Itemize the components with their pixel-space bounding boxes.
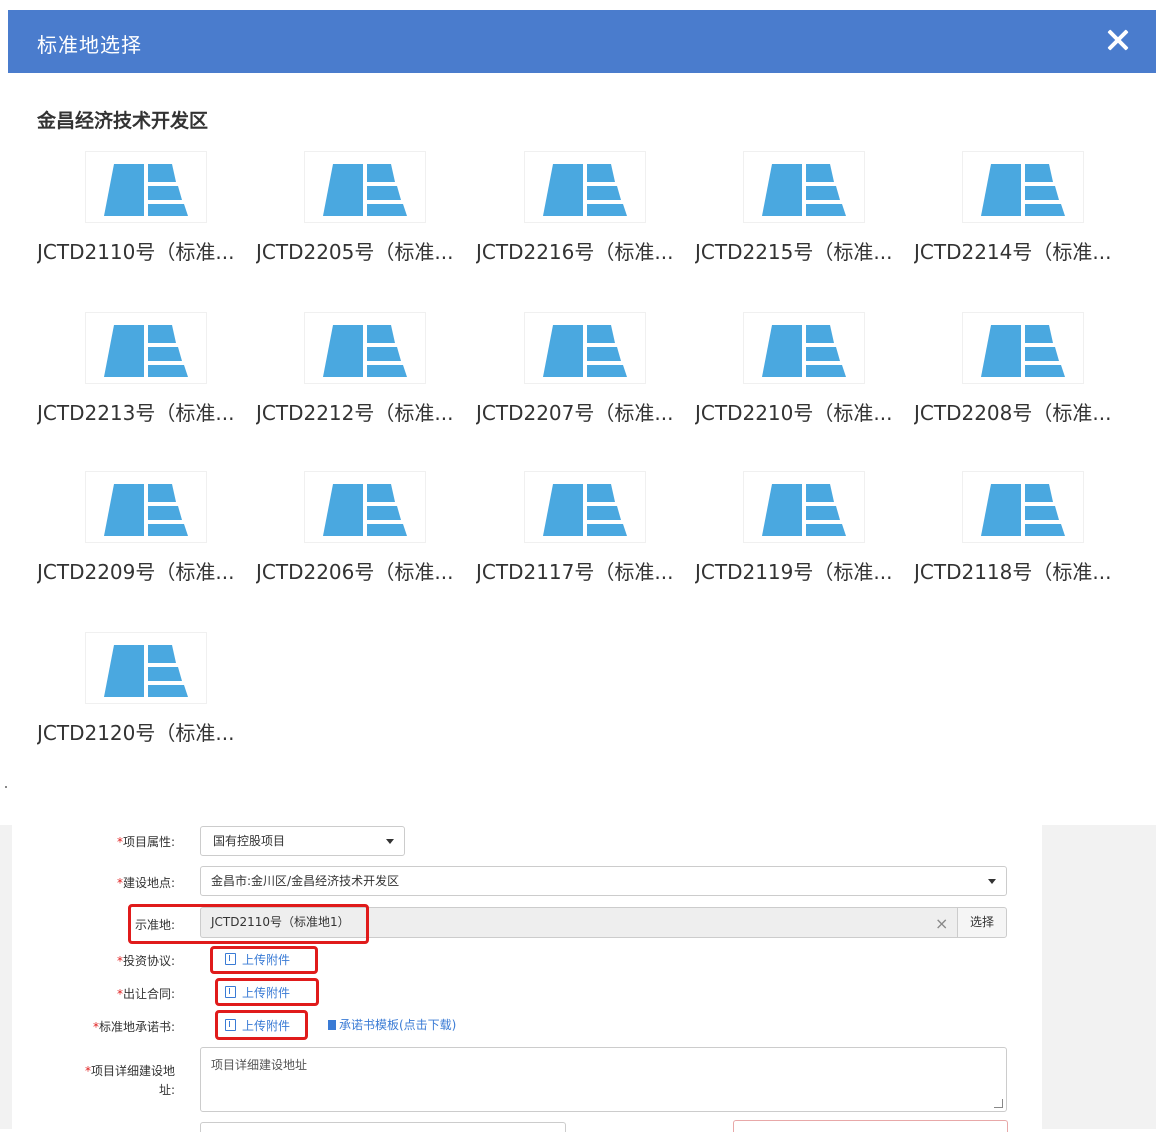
land-thumbnail [304,471,426,543]
project-attr-select[interactable]: 国有控股项目 [200,826,405,856]
land-thumbnail [304,151,426,223]
land-parcel-icon [981,484,1065,536]
land-tile[interactable]: JCTD2209号（标准... [37,471,252,601]
land-tile-label: JCTD2206号（标准... [256,560,454,584]
land-thumbnail [85,632,207,704]
land-tile[interactable]: JCTD2213号（标准... [37,312,252,442]
land-parcel-icon [762,164,846,216]
close-icon[interactable] [1102,24,1134,56]
right-gutter [1042,825,1156,1129]
commitment-label: *标准地承诺书: [92,1020,175,1034]
clear-icon[interactable]: × [935,914,948,933]
next-field-partial-right [733,1120,1008,1132]
land-parcel-icon [323,325,407,377]
land-tile-label: JCTD2213号（标准... [37,401,235,425]
land-tile[interactable]: JCTD2205号（标准... [256,151,471,281]
land-thumbnail [85,471,207,543]
land-tile[interactable]: JCTD2207号（标准... [476,312,691,442]
zone-title: 金昌经济技术开发区 [37,110,209,132]
choose-button[interactable]: 选择 [957,907,1007,938]
land-parcel-icon [543,164,627,216]
stray-dot [5,786,7,788]
land-tile-label: JCTD2216号（标准... [476,240,674,264]
dialog-title: 标准地选择 [37,33,142,57]
dialog-titlebar: 标准地选择 [8,10,1156,73]
land-tile[interactable]: JCTD2117号（标准... [476,471,691,601]
land-thumbnail [304,312,426,384]
land-tile-label: JCTD2119号（标准... [695,560,893,584]
land-tile-label: JCTD2205号（标准... [256,240,454,264]
project-attr-label: *项目属性: [116,835,175,849]
location-label: *建设地点: [116,876,175,890]
standard-land-dialog: 标准地选择 金昌经济技术开发区 JCTD2110号（标准... JCTD2205号… [8,10,1156,770]
land-tile[interactable]: JCTD2119号（标准... [695,471,910,601]
land-parcel-icon [543,325,627,377]
detail-address-placeholder: 项目详细建设地址 [211,1058,308,1072]
land-thumbnail [85,151,207,223]
land-parcel-icon [104,164,188,216]
land-thumbnail [524,471,646,543]
land-tile-label: JCTD2207号（标准... [476,401,674,425]
transfer-contract-label: *出让合同: [116,987,175,1001]
land-tile-label: JCTD2214号（标准... [914,240,1112,264]
land-parcel-icon [762,325,846,377]
chevron-down-icon [988,879,996,884]
land-tile[interactable]: JCTD2216号（标准... [476,151,691,281]
land-parcel-icon [543,484,627,536]
land-thumbnail [85,312,207,384]
land-tile[interactable]: JCTD2120号（标准... [37,632,252,762]
highlight-box-commitment [215,1010,308,1040]
land-tile[interactable]: JCTD2206号（标准... [256,471,471,601]
land-thumbnail [743,312,865,384]
land-parcel-icon [981,164,1065,216]
land-tile-label: JCTD2212号（标准... [256,401,454,425]
land-parcel-icon [981,325,1065,377]
land-tile-label: JCTD2210号（标准... [695,401,893,425]
land-tile-label: JCTD2208号（标准... [914,401,1112,425]
land-parcel-icon [323,484,407,536]
land-thumbnail [962,471,1084,543]
detail-address-textarea[interactable]: 项目详细建设地址 [200,1047,1007,1112]
land-tile[interactable]: JCTD2118号（标准... [914,471,1129,601]
land-tile[interactable]: JCTD2215号（标准... [695,151,910,281]
land-thumbnail [524,312,646,384]
next-field-partial [200,1122,566,1132]
land-parcel-icon [104,645,188,697]
project-attr-value: 国有控股项目 [213,834,286,848]
land-thumbnail [743,471,865,543]
template-download-link[interactable]: 承诺书模板(点击下载) [328,1016,456,1033]
highlight-box-contract [215,978,319,1006]
land-tile[interactable]: JCTD2210号（标准... [695,312,910,442]
land-parcel-icon [762,484,846,536]
document-icon [328,1020,336,1030]
land-tile[interactable]: JCTD2212号（标准... [256,312,471,442]
land-tile[interactable]: JCTD2208号（标准... [914,312,1129,442]
land-thumbnail [743,151,865,223]
land-tile-label: JCTD2120号（标准... [37,721,235,745]
land-tile-label: JCTD2209号（标准... [37,560,235,584]
land-thumbnail [962,151,1084,223]
land-tile-label: JCTD2110号（标准... [37,240,235,264]
detail-address-label: *项目详细建设地 址: [84,1064,175,1097]
land-tile[interactable]: JCTD2214号（标准... [914,151,1129,281]
resize-handle-icon[interactable] [994,1099,1003,1108]
land-parcel-icon [104,484,188,536]
land-thumbnail [962,312,1084,384]
location-value: 金昌市:金川区/金昌经济技术开发区 [211,874,400,888]
land-tile-label: JCTD2118号（标准... [914,560,1112,584]
location-select[interactable]: 金昌市:金川区/金昌经济技术开发区 [200,866,1007,896]
land-thumbnail [524,151,646,223]
land-parcel-icon [104,325,188,377]
investment-agreement-label: *投资协议: [116,954,175,968]
chevron-down-icon [386,839,394,844]
land-tile-label: JCTD2117号（标准... [476,560,674,584]
land-tile[interactable]: JCTD2110号（标准... [37,151,252,281]
highlight-box-standard-land [128,904,369,944]
land-parcel-icon [323,164,407,216]
land-tile-label: JCTD2215号（标准... [695,240,893,264]
highlight-box-investment [210,946,318,974]
